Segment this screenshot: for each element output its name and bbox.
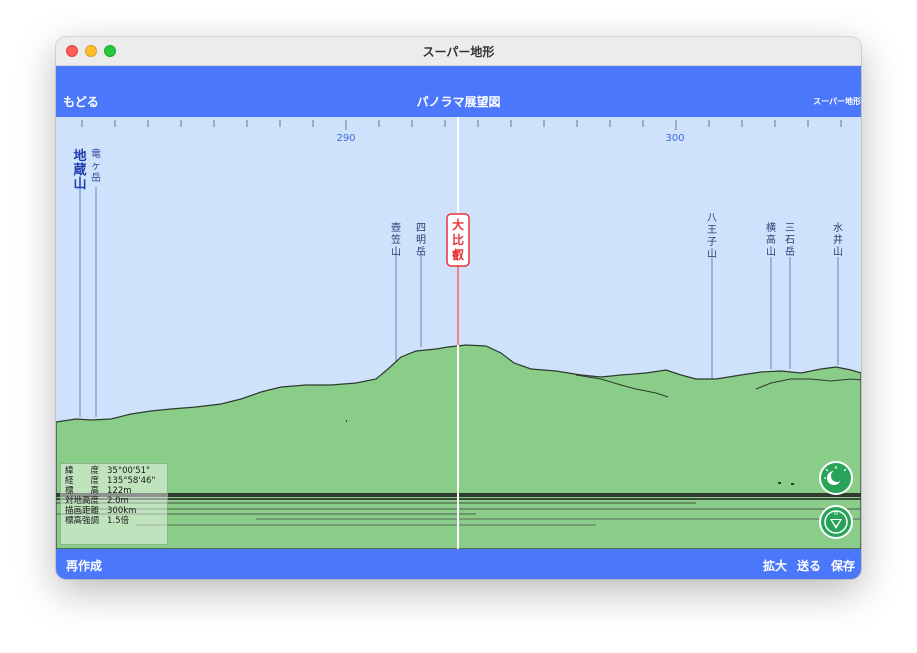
title-bar: スーパー地形 [56, 37, 861, 66]
peak-label-hachiojiyama[interactable]: 八 王 子 山 [707, 213, 717, 260]
peak-label-mitsuishidake[interactable]: 三 石 岳 [785, 223, 795, 258]
compass-button[interactable]: N [819, 505, 853, 539]
svg-text:山: 山 [833, 246, 843, 258]
navigation-bar: もどる パノラマ展望図 スーパー地形 [56, 66, 861, 117]
svg-text:岳: 岳 [416, 246, 426, 258]
bottom-right-actions: 拡大 送る 保存 [753, 557, 855, 574]
moon-icon [824, 466, 847, 485]
svg-text:横: 横 [766, 221, 776, 234]
peak-label-ohiei[interactable]: 大 比 叡 [446, 213, 470, 267]
page-title: パノラマ展望図 [416, 95, 501, 109]
svg-text:N: N [834, 511, 838, 517]
svg-text:竜: 竜 [91, 147, 101, 160]
svg-text:笠: 笠 [391, 233, 401, 246]
svg-text:山: 山 [766, 246, 776, 258]
svg-text:ヶ: ヶ [91, 161, 101, 172]
svg-text:蔵: 蔵 [73, 162, 86, 178]
svg-text:山: 山 [707, 248, 717, 260]
peak-label-yokotakayama[interactable]: 横 高 山 [766, 221, 776, 258]
peak-label-tsubokasayama[interactable]: 壺 笠 山 [391, 222, 401, 258]
svg-text:高: 高 [766, 233, 776, 246]
rebuild-button[interactable]: 再作成 [66, 557, 102, 574]
peak-label-mizuiyama[interactable]: 水 井 山 [833, 222, 843, 258]
svg-text:明: 明 [416, 234, 426, 246]
svg-text:壺: 壺 [391, 222, 401, 234]
svg-text:大: 大 [452, 217, 464, 232]
svg-text:石: 石 [785, 235, 795, 246]
svg-text:岳: 岳 [785, 246, 795, 258]
svg-text:四: 四 [416, 223, 426, 234]
moon-button[interactable] [819, 461, 853, 495]
svg-text:八: 八 [707, 213, 717, 224]
panorama-view[interactable]: 290 300 地 蔵 山 竜 ヶ 岳 壺 笠 山 四 明 岳 大 比 叡 八 … [56, 117, 861, 549]
zoom-button[interactable]: 拡大 [763, 559, 787, 573]
longitude-row: 経 度 135°58'46" [65, 476, 156, 486]
svg-text:地: 地 [73, 148, 86, 164]
svg-text:王: 王 [707, 225, 717, 236]
latitude-row: 緯 度 35°00'51" [65, 466, 150, 476]
peak-label-jizouyama[interactable]: 地 蔵 山 [73, 148, 86, 192]
svg-text:叡: 叡 [451, 247, 464, 262]
svg-text:比: 比 [452, 232, 464, 247]
compass-icon: N [824, 510, 848, 534]
app-name-label: スーパー地形 [813, 97, 861, 106]
bearing-label-290: 290 [336, 133, 355, 144]
svg-text:井: 井 [833, 233, 843, 246]
svg-text:三: 三 [785, 223, 795, 234]
draw-distance-row: 描画距離 300km [65, 506, 137, 516]
svg-text:子: 子 [707, 236, 717, 248]
bottom-toolbar: 再作成 拡大 送る 保存 [56, 549, 861, 579]
svg-text:山: 山 [391, 246, 401, 258]
peak-label-ryugatake[interactable]: 竜 ヶ 岳 [91, 147, 101, 184]
peak-label-shimeigatake[interactable]: 四 明 岳 [416, 223, 426, 258]
height-above-ground-row: 対地高度 2.0m [65, 496, 129, 506]
svg-text:山: 山 [73, 176, 86, 192]
elevation-row: 標 高 122m [65, 486, 132, 496]
location-info-panel: 緯 度 35°00'51" 経 度 135°58'46" 標 高 122m 対地高度 2… [60, 463, 168, 545]
send-button[interactable]: 送る [797, 559, 821, 573]
svg-text:岳: 岳 [91, 172, 101, 184]
elevation-exaggeration-row: 標高強調 1.5倍 [65, 516, 130, 526]
save-button[interactable]: 保存 [831, 559, 855, 573]
window-title: スーパー地形 [422, 45, 495, 59]
app-window: スーパー地形 もどる パノラマ展望図 スーパー地形 290 300 地 蔵 山 … [56, 37, 861, 579]
svg-text:水: 水 [833, 222, 843, 234]
bearing-label-300: 300 [665, 133, 684, 144]
